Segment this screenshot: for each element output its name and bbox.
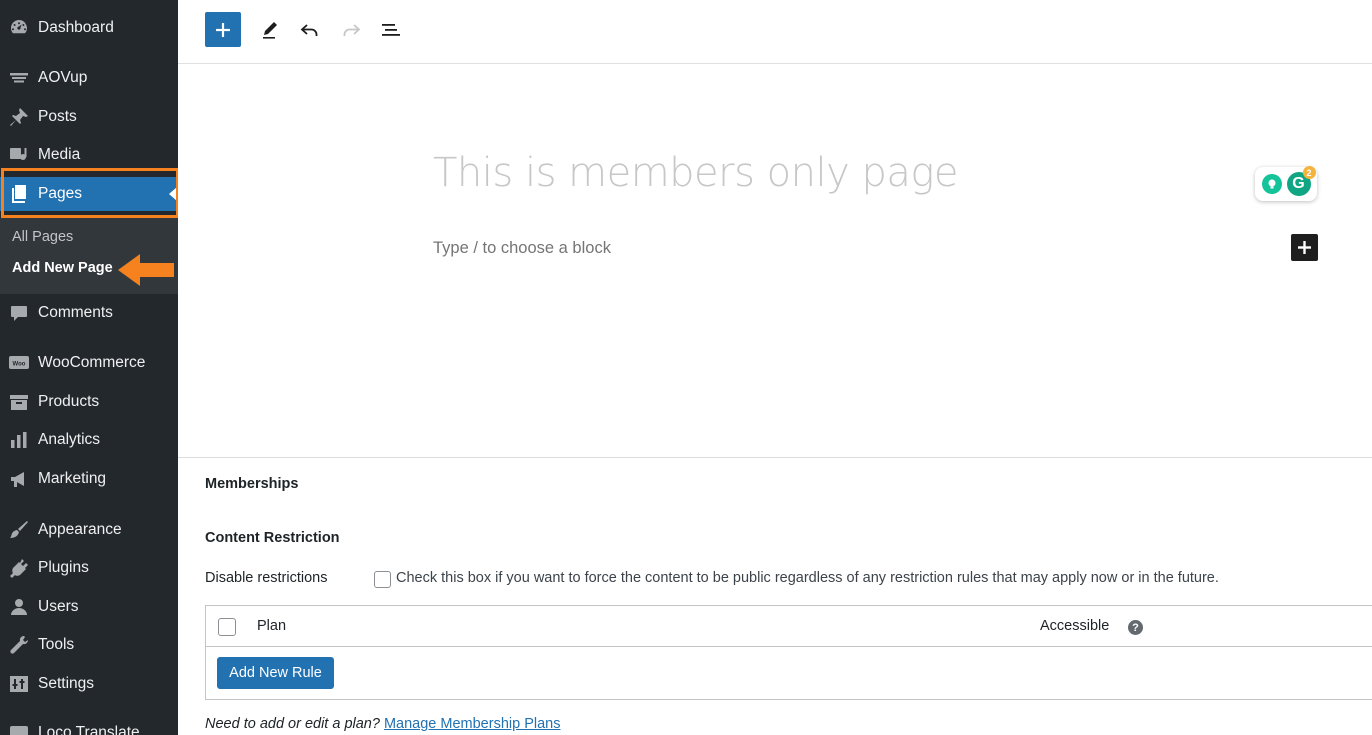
sidebar-item-marketing[interactable]: Marketing	[0, 462, 178, 496]
aovup-icon	[0, 61, 38, 95]
submenu-add-new-page[interactable]: Add New Page	[12, 260, 113, 276]
memberships-panel: Memberships Content Restriction Disable …	[178, 457, 1372, 735]
plus-icon	[1298, 241, 1311, 254]
add-block-button[interactable]	[205, 12, 241, 47]
sidebar-item-tools[interactable]: Tools	[0, 628, 178, 662]
sidebar-item-label: Pages	[38, 185, 82, 202]
woocommerce-icon: Woo	[0, 346, 38, 380]
undo-icon	[300, 23, 318, 36]
grammarly-count-badge: 2	[1302, 166, 1316, 179]
page-title-input[interactable]: This is members only page	[433, 150, 959, 196]
sidebar-item-label: Loco Translate	[38, 724, 140, 735]
block-placeholder[interactable]: Type / to choose a block	[433, 239, 611, 258]
sidebar-item-loco-translate[interactable]: Loco Translate	[0, 716, 178, 735]
sidebar-item-label: Tools	[38, 636, 75, 653]
plugin-icon	[0, 551, 38, 585]
orange-arrow-icon	[118, 254, 174, 286]
sidebar-item-appearance[interactable]: Appearance	[0, 513, 178, 547]
pages-icon	[0, 177, 38, 211]
add-new-rule-button[interactable]: Add New Rule	[217, 657, 334, 689]
sidebar-item-label: Dashboard	[38, 19, 114, 36]
sidebar-item-pages[interactable]: Pages	[0, 177, 178, 211]
inline-add-block-button[interactable]	[1291, 234, 1318, 261]
sidebar-item-label: Comments	[38, 304, 113, 321]
sidebar-item-products[interactable]: Products	[0, 385, 178, 419]
sidebar-item-label: AOVup	[38, 69, 88, 86]
sidebar-item-users[interactable]: Users	[0, 590, 178, 624]
submenu-all-pages[interactable]: All Pages	[12, 229, 73, 245]
sidebar-item-dashboard[interactable]: Dashboard	[0, 11, 178, 45]
help-icon[interactable]: ?	[1128, 620, 1143, 635]
manage-membership-plans-link[interactable]: Manage Membership Plans	[384, 716, 561, 732]
wrench-icon	[0, 628, 38, 662]
products-icon	[0, 385, 38, 419]
sidebar-item-analytics[interactable]: Analytics	[0, 423, 178, 457]
comment-icon	[0, 296, 38, 330]
pin-icon	[0, 100, 38, 134]
settings-icon	[0, 667, 38, 701]
disable-restrictions-label: Disable restrictions	[205, 570, 328, 586]
sidebar-item-label: Users	[38, 598, 79, 615]
sidebar-item-comments[interactable]: Comments	[0, 296, 178, 330]
sidebar-item-label: Appearance	[38, 521, 122, 538]
sidebar-item-posts[interactable]: Posts	[0, 100, 178, 134]
footer-note: Need to add or edit a plan? Manage Membe…	[205, 716, 560, 732]
sidebar-item-label: Products	[38, 393, 100, 410]
list-view-icon	[382, 23, 400, 36]
tools-button[interactable]	[252, 12, 288, 47]
select-all-checkbox[interactable]	[218, 618, 236, 636]
plus-icon	[216, 22, 230, 37]
users-icon	[0, 590, 38, 624]
sidebar-item-label: Settings	[38, 675, 95, 692]
sidebar-item-media[interactable]: Media	[0, 138, 178, 172]
brush-icon	[0, 513, 38, 547]
admin-sidebar: Dashboard AOVup Posts Media Pages All Pa…	[0, 0, 178, 735]
list-view-button[interactable]	[373, 12, 409, 47]
sidebar-item-plugins[interactable]: Plugins	[0, 551, 178, 585]
sidebar-item-woocommerce[interactable]: Woo WooCommerce	[0, 346, 178, 380]
sidebar-item-label: Posts	[38, 108, 77, 125]
svg-text:Woo: Woo	[13, 362, 26, 368]
editor-canvas: This is members only page Type / to choo…	[178, 64, 1372, 457]
pencil-icon	[263, 21, 277, 39]
sidebar-item-label: Analytics	[38, 431, 101, 448]
lightbulb-icon	[1261, 174, 1282, 194]
disable-restrictions-checkbox[interactable]	[374, 571, 391, 588]
sidebar-item-label: Marketing	[38, 470, 107, 487]
megaphone-icon	[0, 462, 38, 496]
dashboard-icon	[0, 11, 38, 45]
restriction-rules-table: Plan Accessible ? Add New Rule	[205, 605, 1372, 700]
grammarly-widget[interactable]: G 2	[1255, 166, 1317, 201]
redo-icon	[343, 23, 361, 36]
disable-restrictions-description: Check this box if you want to force the …	[396, 570, 1219, 586]
analytics-icon	[0, 423, 38, 457]
content-restriction-heading: Content Restriction	[205, 530, 340, 546]
grammarly-icon: G 2	[1286, 166, 1316, 196]
redo-button[interactable]	[333, 12, 369, 47]
sidebar-item-label: Media	[38, 146, 81, 163]
table-header: Plan Accessible ?	[206, 606, 1372, 647]
sidebar-item-label: WooCommerce	[38, 354, 146, 371]
memberships-title[interactable]: Memberships	[205, 476, 298, 492]
sidebar-item-settings[interactable]: Settings	[0, 667, 178, 701]
column-header-plan: Plan	[257, 618, 287, 634]
sidebar-item-aovup[interactable]: AOVup	[0, 61, 178, 95]
editor-toolbar	[178, 0, 1372, 64]
current-menu-pointer	[169, 187, 177, 201]
undo-button[interactable]	[292, 12, 328, 47]
footer-note-text: Need to add or edit a plan?	[205, 716, 380, 732]
sidebar-item-label: Plugins	[38, 559, 89, 576]
media-icon	[0, 138, 38, 172]
column-header-accessible: Accessible	[1040, 618, 1110, 634]
translate-icon	[0, 716, 38, 735]
